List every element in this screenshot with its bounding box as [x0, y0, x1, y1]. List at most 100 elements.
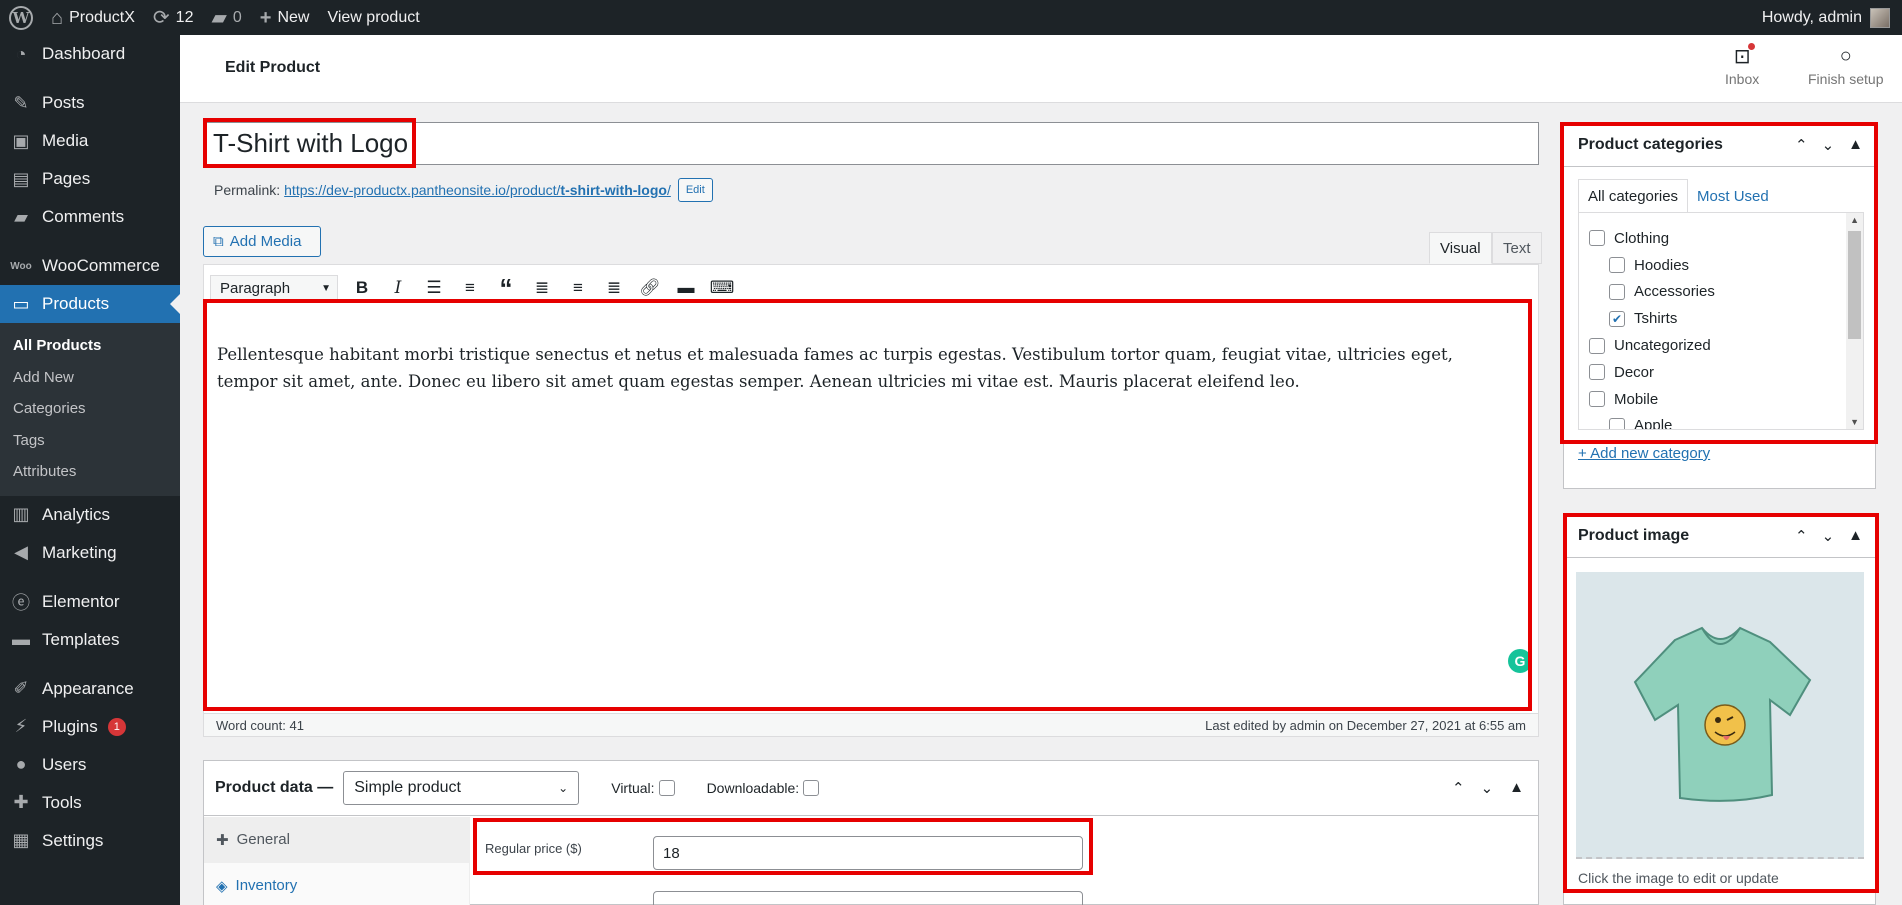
- downloadable-checkbox[interactable]: Downloadable:: [707, 780, 820, 796]
- category-checkbox[interactable]: [1589, 230, 1605, 247]
- add-media-button[interactable]: ⧉ Add Media: [203, 226, 321, 257]
- permalink-link[interactable]: https://dev-productx.pantheonsite.io/pro…: [284, 182, 671, 198]
- category-checkbox[interactable]: [1609, 257, 1625, 274]
- menu-pages[interactable]: ▤ Pages: [0, 160, 180, 198]
- category-checkbox[interactable]: [1589, 391, 1605, 408]
- category-item[interactable]: Clothing: [1589, 225, 1863, 252]
- collapse-triangle-icon[interactable]: ▲: [1848, 136, 1863, 154]
- tab-general[interactable]: ✚ General: [204, 817, 469, 863]
- menu-settings[interactable]: ▦ Settings: [0, 822, 180, 860]
- product-categories-box: Product categories ⌃ ⌄ ▲ All categories …: [1563, 122, 1876, 489]
- toolbar-toggle-button[interactable]: ⌨: [710, 276, 735, 300]
- menu-analytics[interactable]: ▥ Analytics: [0, 496, 180, 534]
- menu-media[interactable]: ▣ Media: [0, 122, 180, 160]
- chevron-down-icon[interactable]: ⌄: [1822, 527, 1835, 545]
- tab-text[interactable]: Text: [1492, 232, 1542, 264]
- menu-posts[interactable]: ✎ Posts: [0, 84, 180, 122]
- category-checkbox[interactable]: [1609, 283, 1625, 300]
- my-account-link[interactable]: Howdy, admin: [1762, 7, 1902, 28]
- blockquote-button[interactable]: “: [494, 273, 518, 303]
- menu-users[interactable]: ● Users: [0, 746, 180, 784]
- add-new-category-link[interactable]: + Add new category: [1578, 445, 1710, 462]
- editor-content[interactable]: Pellentesque habitant morbi tristique se…: [217, 341, 1518, 395]
- checkbox-box[interactable]: [658, 780, 675, 796]
- scrollbar-thumb[interactable]: [1848, 231, 1861, 339]
- tab-inventory[interactable]: ◈ Inventory: [204, 863, 469, 905]
- category-item[interactable]: Mobile: [1589, 386, 1863, 413]
- submenu-attributes[interactable]: Attributes: [0, 456, 180, 488]
- category-checkbox[interactable]: [1589, 337, 1605, 354]
- category-item[interactable]: Accessories: [1589, 279, 1863, 306]
- new-content-link[interactable]: + New: [251, 0, 319, 35]
- product-type-select[interactable]: Simple product ⌄: [343, 771, 580, 805]
- chevron-up-icon[interactable]: ⌃: [1795, 136, 1808, 154]
- box-controls: ⌃ ⌄ ▲: [1795, 136, 1875, 154]
- menu-appearance[interactable]: ✐ Appearance: [0, 670, 180, 708]
- inbox-button[interactable]: ⊡ Inbox: [1725, 43, 1759, 87]
- submenu-categories[interactable]: Categories: [0, 393, 180, 425]
- content-editor[interactable]: Pellentesque habitant morbi tristique se…: [203, 311, 1539, 716]
- regular-price-input[interactable]: 18: [653, 836, 1083, 870]
- collapse-triangle-icon[interactable]: ▲: [1848, 527, 1863, 545]
- woocommerce-icon: Woo: [10, 260, 32, 272]
- link-button[interactable]: 🔗︎: [638, 276, 662, 300]
- site-name-link[interactable]: ⌂ ProductX: [42, 0, 144, 35]
- menu-products[interactable]: ▭ Products: [0, 285, 180, 323]
- edit-permalink-button[interactable]: Edit: [677, 178, 713, 202]
- category-item[interactable]: Decor: [1589, 359, 1863, 386]
- view-product-link[interactable]: View product: [318, 0, 428, 35]
- wordpress-logo-button[interactable]: W: [0, 0, 42, 35]
- scroll-up-icon[interactable]: ▲: [1850, 215, 1859, 225]
- chevron-up-icon[interactable]: ⌃: [1452, 779, 1465, 797]
- format-select[interactable]: Paragraph ▼: [210, 275, 338, 301]
- menu-plugins[interactable]: ⚡ Plugins 1: [0, 708, 180, 746]
- align-center-icon: ≡: [573, 278, 583, 297]
- scrollbar[interactable]: ▲ ▼: [1846, 213, 1863, 429]
- product-image[interactable]: [1576, 572, 1864, 859]
- product-data-header: Product data — Simple product ⌄ Virtual: …: [204, 761, 1538, 816]
- folder-icon: ▬: [12, 629, 30, 649]
- virtual-checkbox[interactable]: Virtual:: [611, 780, 675, 796]
- sale-price-input[interactable]: [653, 891, 1083, 905]
- tab-visual[interactable]: Visual: [1429, 232, 1492, 264]
- read-more-button[interactable]: ▬: [674, 276, 698, 300]
- submenu-tags[interactable]: Tags: [0, 425, 180, 457]
- category-item[interactable]: Uncategorized: [1589, 332, 1863, 359]
- scroll-down-icon[interactable]: ▼: [1850, 417, 1859, 427]
- tab-most-used[interactable]: Most Used: [1688, 179, 1778, 213]
- menu-tools[interactable]: ✚ Tools: [0, 784, 180, 822]
- menu-marketing[interactable]: ◀ Marketing: [0, 534, 180, 572]
- chevron-down-icon[interactable]: ⌄: [1481, 779, 1494, 797]
- italic-button[interactable]: I: [386, 276, 410, 300]
- category-item[interactable]: Hoodies: [1589, 252, 1863, 279]
- collapse-triangle-icon[interactable]: ▲: [1509, 779, 1524, 797]
- updates-link[interactable]: ⟳ 12: [144, 0, 203, 35]
- grammarly-icon[interactable]: G: [1508, 649, 1532, 673]
- chevron-up-icon[interactable]: ⌃: [1795, 527, 1808, 545]
- category-checklist[interactable]: Clothing Hoodies Accessories ✔ Tshirts Un…: [1578, 212, 1864, 430]
- category-item[interactable]: ✔ Tshirts: [1589, 305, 1863, 332]
- tab-all-categories[interactable]: All categories: [1578, 179, 1689, 213]
- category-checkbox[interactable]: [1609, 417, 1625, 429]
- bullet-list-button[interactable]: ☰: [422, 276, 446, 300]
- comments-link[interactable]: ▰ 0: [202, 0, 250, 35]
- category-item[interactable]: Apple: [1589, 413, 1863, 429]
- menu-elementor[interactable]: ⓔ Elementor: [0, 583, 180, 621]
- align-left-button[interactable]: ≣: [530, 276, 554, 300]
- checkbox-box[interactable]: [803, 780, 820, 796]
- finish-setup-button[interactable]: ○ Finish setup: [1808, 45, 1883, 88]
- bold-button[interactable]: B: [350, 276, 374, 300]
- menu-comments[interactable]: ▰ Comments: [0, 198, 180, 236]
- submenu-all-products[interactable]: All Products: [0, 330, 180, 362]
- menu-dashboard[interactable]: ◔ Dashboard: [0, 35, 180, 73]
- submenu-add-new[interactable]: Add New: [0, 362, 180, 394]
- numbered-list-button[interactable]: ≡: [458, 276, 482, 300]
- chevron-down-icon[interactable]: ⌄: [1822, 136, 1835, 154]
- align-right-button[interactable]: ≣: [602, 276, 626, 300]
- menu-templates[interactable]: ▬ Templates: [0, 621, 180, 659]
- menu-woocommerce[interactable]: Woo WooCommerce: [0, 247, 180, 285]
- product-title-input[interactable]: T-Shirt with Logo: [203, 122, 1539, 165]
- category-checkbox-checked[interactable]: ✔: [1609, 310, 1625, 327]
- category-checkbox[interactable]: [1589, 364, 1605, 381]
- align-center-button[interactable]: ≡: [566, 276, 590, 300]
